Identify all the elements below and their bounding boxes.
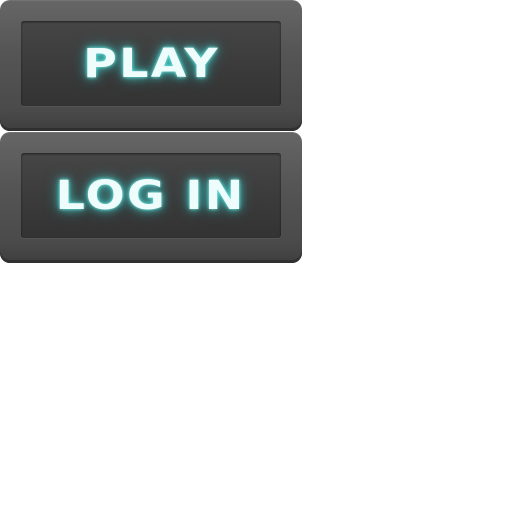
log-in-button-face: LOG IN (21, 153, 281, 238)
play-button[interactable]: PLAY (0, 0, 302, 131)
button-sprite-sheet: PLAY LOG IN (0, 0, 512, 512)
log-in-button-label: LOG IN (56, 172, 246, 219)
play-button-label: PLAY (82, 40, 220, 87)
play-button-face: PLAY (21, 21, 281, 106)
log-in-button[interactable]: LOG IN (0, 132, 302, 263)
